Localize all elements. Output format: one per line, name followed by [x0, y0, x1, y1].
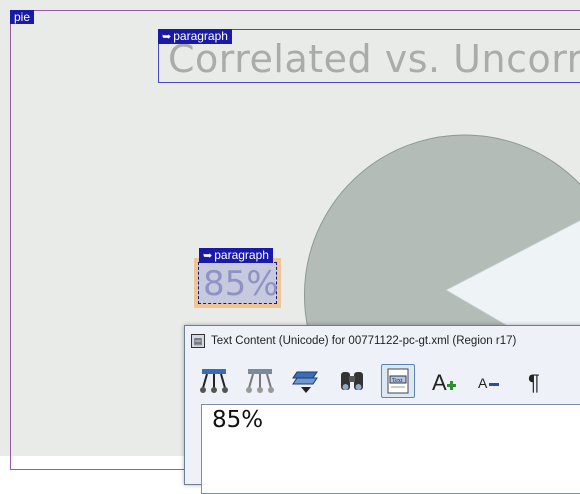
percent-paragraph-tag: ➥ paragraph	[199, 248, 273, 263]
tree-up-icon	[200, 369, 228, 393]
tree-down-button[interactable]	[243, 364, 277, 398]
layers-button[interactable]	[289, 364, 323, 398]
svg-text:A: A	[432, 370, 447, 395]
page-icon: ▤	[191, 334, 205, 348]
decrease-font-button[interactable]: A	[473, 364, 507, 398]
text-doc-icon: Text	[387, 368, 409, 394]
pilcrow-icon: ¶	[528, 370, 540, 395]
text-content-value[interactable]: 85%	[212, 407, 263, 433]
text-content-editor[interactable]: 85%	[201, 404, 580, 494]
binoculars-icon	[341, 372, 363, 390]
decrease-font-icon: A	[478, 375, 499, 391]
text-content-dialog[interactable]: ▤ Text Content (Unicode) for 00771122-pc…	[184, 325, 580, 494]
tag-label: paragraph	[173, 29, 228, 43]
layers-icon	[292, 371, 318, 393]
svg-text:Text: Text	[392, 378, 403, 384]
dialog-title: Text Content (Unicode) for 00771122-pc-g…	[211, 335, 517, 347]
dialog-title-bar[interactable]: ▤ Text Content (Unicode) for 00771122-pc…	[191, 332, 580, 350]
pilcrow-button[interactable]: ¶	[519, 364, 553, 398]
arrow-icon: ➥	[203, 250, 213, 262]
increase-font-button[interactable]: A	[427, 364, 461, 398]
increase-font-icon: A	[432, 370, 456, 395]
tree-down-icon	[246, 369, 274, 393]
text-doc-button[interactable]: Text	[381, 364, 415, 398]
dialog-toolbar: Text A A ¶	[197, 364, 565, 398]
tag-label: paragraph	[214, 248, 269, 262]
find-button[interactable]	[335, 364, 369, 398]
svg-text:A: A	[478, 375, 488, 391]
pie-region-tag: pie	[10, 10, 35, 24]
title-paragraph-tag: ➥ paragraph	[158, 29, 232, 44]
svg-text:¶: ¶	[528, 370, 540, 395]
arrow-icon: ➥	[162, 31, 172, 43]
tree-up-button[interactable]	[197, 364, 231, 398]
percent-text: 85%	[203, 264, 279, 304]
